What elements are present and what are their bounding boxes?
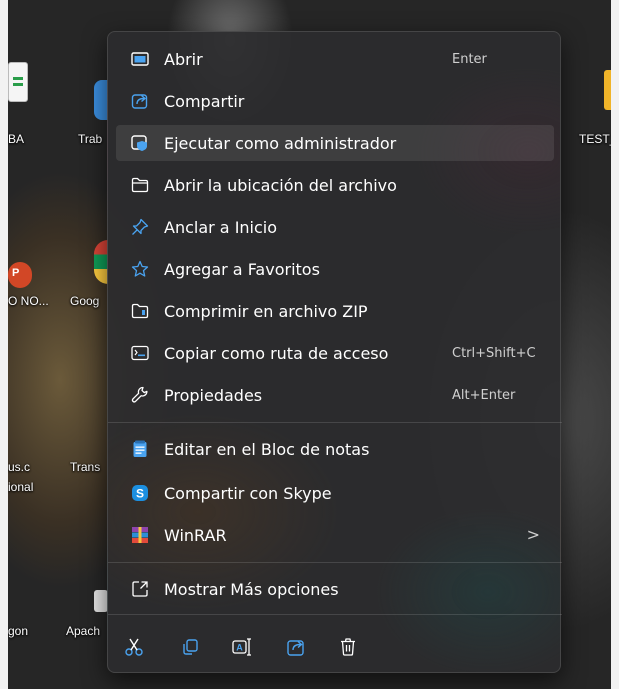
notepad-icon — [130, 439, 150, 459]
cut-button[interactable] — [119, 632, 149, 662]
menu-item-label: Abrir — [164, 50, 203, 69]
menu-item-copiar-ruta[interactable]: Copiar como ruta de acceso Ctrl+Shift+C — [116, 335, 554, 371]
context-menu: Abrir Enter Compartir Ejecutar como admi… — [107, 31, 562, 674]
menu-item-label: Anclar a Inicio — [164, 218, 278, 237]
desktop-label[interactable]: O NO... — [8, 294, 49, 308]
admin-shield-icon — [130, 133, 150, 153]
desktop-label[interactable]: ional — [8, 480, 33, 494]
rename-button[interactable]: A — [228, 632, 258, 662]
menu-item-mostrar-mas-opciones[interactable]: Mostrar Más opciones — [116, 571, 554, 607]
desktop-label[interactable]: us.c — [8, 460, 30, 474]
desktop-label[interactable]: Goog — [70, 294, 99, 308]
desktop-label[interactable]: TEST_ — [579, 132, 616, 146]
star-icon — [130, 259, 150, 279]
share-icon — [130, 91, 150, 111]
desktop-label[interactable]: gon — [8, 624, 28, 638]
share-icon — [286, 637, 306, 657]
menu-item-winrar[interactable]: WinRAR > — [116, 517, 554, 553]
svg-text:A: A — [236, 643, 243, 653]
menu-item-shortcut: Ctrl+Shift+C — [452, 346, 536, 361]
menu-item-label: WinRAR — [164, 526, 227, 545]
cut-icon — [124, 637, 144, 657]
menu-item-label: Mostrar Más opciones — [164, 580, 339, 599]
folder-icon — [130, 175, 150, 195]
copy-icon — [180, 637, 200, 657]
menu-item-propiedades[interactable]: Propiedades Alt+Enter — [116, 377, 554, 413]
desktop-shortcut-icon[interactable] — [94, 80, 108, 120]
rename-icon: A — [232, 637, 254, 657]
delete-button[interactable] — [333, 632, 363, 662]
menu-item-label: Abrir la ubicación del archivo — [164, 176, 397, 195]
wrench-icon — [130, 385, 150, 405]
svg-text:S: S — [136, 487, 144, 501]
desktop-label[interactable]: Trab — [78, 132, 102, 146]
chrome-icon[interactable] — [94, 240, 108, 284]
share-button[interactable] — [281, 632, 311, 662]
menu-item-comprimir-zip[interactable]: Comprimir en archivo ZIP — [116, 293, 554, 329]
desktop-folder-icon[interactable] — [604, 70, 619, 110]
menu-separator — [108, 562, 562, 563]
copy-path-icon — [130, 343, 150, 363]
desktop-label[interactable]: Trans — [70, 460, 100, 474]
menu-item-label: Agregar a Favoritos — [164, 260, 320, 279]
menu-separator — [108, 614, 562, 615]
menu-item-label: Propiedades — [164, 386, 263, 405]
menu-item-shortcut: Enter — [452, 52, 487, 67]
powerpoint-icon[interactable]: P — [8, 262, 32, 288]
menu-item-ejecutar-como-administrador[interactable]: Ejecutar como administrador — [116, 125, 554, 161]
winrar-icon — [130, 525, 150, 545]
menu-item-label: Comprimir en archivo ZIP — [164, 302, 368, 321]
menu-item-editar-bloc-de-notas[interactable]: Editar en el Bloc de notas — [116, 431, 554, 467]
menu-item-label: Ejecutar como administrador — [164, 134, 397, 153]
zip-folder-icon — [130, 301, 150, 321]
menu-item-abrir-ubicacion[interactable]: Abrir la ubicación del archivo — [116, 167, 554, 203]
desktop-label[interactable]: Apach — [66, 624, 100, 638]
menu-item-abrir[interactable]: Abrir Enter — [116, 41, 554, 77]
menu-item-compartir[interactable]: Compartir — [116, 83, 554, 119]
open-icon — [130, 49, 150, 69]
skype-icon: S — [130, 483, 150, 503]
menu-item-compartir-con-skype[interactable]: S Compartir con Skype — [116, 475, 554, 511]
menu-item-label: Compartir con Skype — [164, 484, 332, 503]
menu-item-agregar-a-favoritos[interactable]: Agregar a Favoritos — [116, 251, 554, 287]
submenu-chevron-icon: > — [526, 525, 540, 544]
pin-icon — [130, 217, 150, 237]
desktop-file-icon[interactable] — [8, 62, 28, 102]
more-options-icon — [130, 579, 150, 599]
menu-item-label: Compartir — [164, 92, 245, 111]
copy-button[interactable] — [175, 632, 205, 662]
menu-item-shortcut: Alt+Enter — [452, 388, 516, 403]
desktop-shortcut-icon-2[interactable] — [94, 590, 108, 612]
quick-actions-bar: A — [108, 620, 562, 674]
menu-separator — [108, 422, 562, 423]
menu-item-anclar-a-inicio[interactable]: Anclar a Inicio — [116, 209, 554, 245]
desktop-label[interactable]: BA — [8, 132, 24, 146]
delete-icon — [338, 637, 358, 657]
menu-item-label: Copiar como ruta de acceso — [164, 344, 389, 363]
menu-item-label: Editar en el Bloc de notas — [164, 440, 370, 459]
